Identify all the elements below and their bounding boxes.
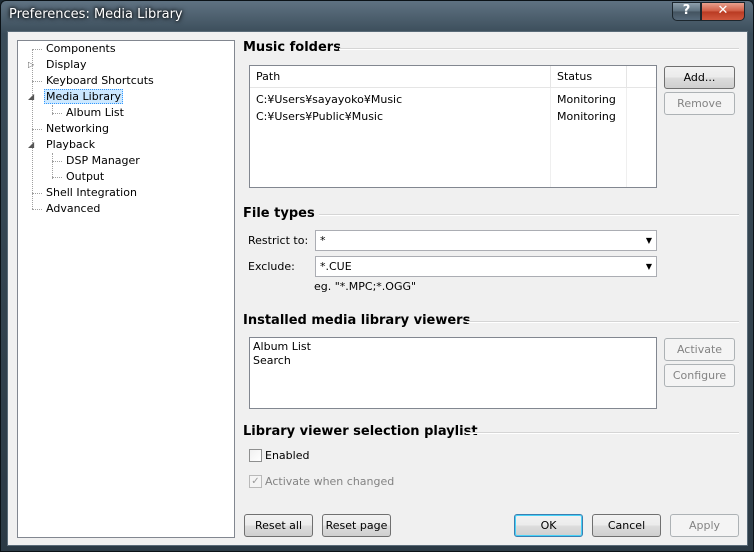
tree-item-shell-integration[interactable]: Shell Integration [44, 186, 139, 200]
music-folders-heading: Music folders [243, 40, 341, 55]
table-cell-path[interactable]: C:¥Users¥Public¥Music [250, 108, 383, 125]
tree-item-playback[interactable]: Playback [44, 138, 97, 152]
tree-item-label: Playback [46, 138, 96, 151]
tree-item-components[interactable]: Components [44, 42, 118, 56]
restrict-to-value: * [320, 234, 326, 247]
tree-item-label: Display [46, 58, 87, 71]
preferences-window: Preferences: Media Library ? ✕ ▷ ◢ ◢ Com… [0, 0, 754, 552]
exclude-value: *.CUE [320, 260, 352, 273]
tree-connector-line [52, 113, 62, 114]
tree-item-display[interactable]: Display [44, 58, 89, 72]
table-cell-status: Monitoring [557, 110, 616, 123]
column-header-path[interactable]: Path [250, 66, 551, 88]
list-item[interactable]: Album List [253, 340, 311, 354]
tree-item-album-list[interactable]: Album List [64, 106, 126, 120]
music-folders-list[interactable]: Path Status C:¥Users¥sayayoko¥Music Moni… [249, 65, 657, 188]
help-icon: ? [682, 3, 691, 18]
table-cell-path[interactable]: C:¥Users¥sayayoko¥Music [250, 91, 402, 108]
file-types-hint: eg. "*.MPC;*.OGG" [314, 280, 417, 293]
enabled-checkbox-row[interactable]: Enabled [249, 448, 309, 464]
section-divider [339, 48, 739, 50]
tree-item-label: Shell Integration [46, 186, 137, 199]
tree-item-media-library[interactable]: Media Library [44, 89, 123, 104]
section-divider [319, 214, 739, 216]
column-header-status[interactable]: Status [551, 66, 627, 88]
viewers-list[interactable]: Album List Search [249, 337, 657, 409]
exclude-combo[interactable]: *.CUE ▼ [315, 256, 657, 277]
restrict-to-label: Restrict to: [248, 234, 309, 247]
tree-item-label: Advanced [46, 202, 101, 215]
tree-connector-line [32, 129, 42, 130]
tree-item-output[interactable]: Output [64, 170, 106, 184]
playlist-heading: Library viewer selection playlist [243, 424, 478, 439]
cancel-button[interactable]: Cancel [592, 514, 661, 537]
tree-connector-line [52, 177, 62, 178]
window-title: Preferences: Media Library [9, 7, 183, 22]
title-bar[interactable]: Preferences: Media Library ? ✕ [1, 1, 753, 31]
activate-when-changed-row[interactable]: ✓ Activate when changed [249, 474, 394, 490]
tree-connector-line [52, 153, 53, 179]
tree-item-label: Output [66, 170, 105, 183]
tree-item-label: Keyboard Shortcuts [46, 74, 154, 87]
collapse-arrow-icon[interactable]: ◢ [28, 92, 38, 101]
close-icon: ✕ [717, 3, 729, 18]
table-cell-status: Monitoring [557, 93, 616, 106]
list-item[interactable]: Search [253, 354, 291, 368]
tree-item-advanced[interactable]: Advanced [44, 202, 102, 216]
tree-connector-line [32, 193, 42, 194]
expand-arrow-icon[interactable]: ▷ [28, 60, 38, 69]
tree-item-label: Media Library [44, 89, 123, 104]
tree-item-dsp-manager[interactable]: DSP Manager [64, 154, 142, 168]
section-divider [466, 432, 739, 434]
exclude-label: Exclude: [248, 260, 295, 273]
column-separator [626, 88, 627, 187]
tree-connector-line [32, 49, 42, 50]
configure-viewer-button[interactable]: Configure [664, 364, 735, 387]
viewers-heading: Installed media library viewers [243, 313, 471, 328]
tree-item-label: Networking [46, 122, 109, 135]
reset-all-button[interactable]: Reset all [244, 514, 313, 537]
restrict-to-combo[interactable]: * ▼ [315, 230, 657, 251]
tree-connector-line [32, 81, 42, 82]
collapse-arrow-icon[interactable]: ◢ [28, 140, 38, 149]
activate-when-changed-label: Activate when changed [265, 475, 395, 488]
tree-item-label: Components [46, 42, 116, 55]
tree-item-label: DSP Manager [66, 154, 140, 167]
add-folder-button[interactable]: Add... [664, 66, 735, 89]
preferences-tree[interactable]: ▷ ◢ ◢ Components Display Keyboard Shortc… [17, 40, 235, 538]
enabled-label: Enabled [265, 449, 310, 462]
file-types-heading: File types [243, 206, 315, 221]
dropdown-arrow-icon: ▼ [645, 262, 652, 271]
enabled-checkbox[interactable] [249, 448, 262, 462]
reset-page-button[interactable]: Reset page [322, 514, 391, 537]
tree-item-label: Album List [66, 106, 124, 119]
list-header: Path Status [250, 66, 656, 88]
dialog-client-area: ▷ ◢ ◢ Components Display Keyboard Shortc… [7, 31, 748, 546]
tree-item-networking[interactable]: Networking [44, 122, 111, 136]
apply-button[interactable]: Apply [670, 514, 739, 537]
tree-connector-line [52, 161, 62, 162]
help-button[interactable]: ? [672, 2, 701, 21]
activate-when-changed-checkbox[interactable]: ✓ [249, 474, 262, 488]
tree-item-keyboard-shortcuts[interactable]: Keyboard Shortcuts [44, 74, 156, 88]
tree-connector-line [32, 209, 42, 210]
ok-button[interactable]: OK [514, 514, 583, 537]
remove-folder-button[interactable]: Remove [664, 92, 735, 115]
activate-viewer-button[interactable]: Activate [664, 338, 735, 361]
dropdown-arrow-icon: ▼ [645, 236, 652, 245]
section-divider [467, 321, 739, 323]
close-button[interactable]: ✕ [701, 2, 745, 21]
